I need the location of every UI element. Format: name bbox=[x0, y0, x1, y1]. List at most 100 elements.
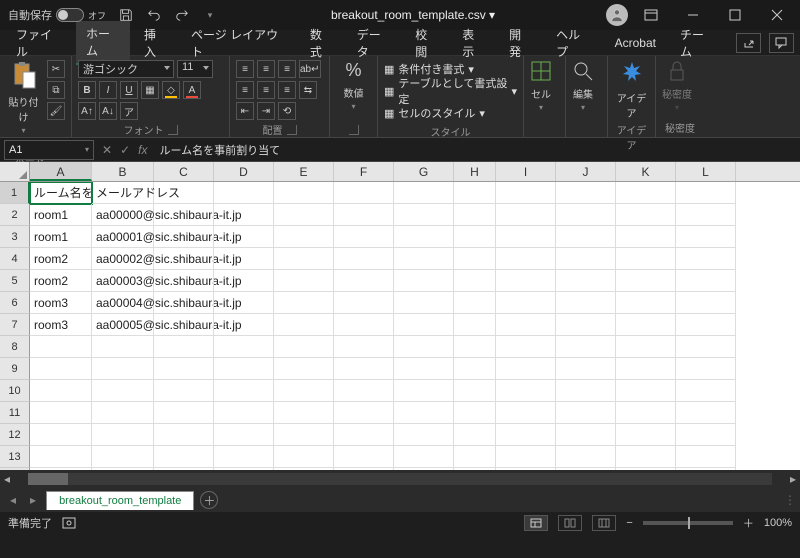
cell-A3[interactable]: room1 bbox=[30, 226, 92, 248]
cell-L10[interactable] bbox=[676, 380, 736, 402]
cell-K4[interactable] bbox=[616, 248, 676, 270]
scroll-right-icon[interactable]: ▸ bbox=[786, 472, 800, 486]
cell-J7[interactable] bbox=[556, 314, 616, 336]
cell-A6[interactable]: room3 bbox=[30, 292, 92, 314]
cell-K13[interactable] bbox=[616, 446, 676, 468]
cell-B10[interactable] bbox=[92, 380, 154, 402]
col-header-F[interactable]: F bbox=[334, 162, 394, 181]
align-mid-icon[interactable]: ≡ bbox=[257, 60, 275, 78]
cell-G12[interactable] bbox=[394, 424, 454, 446]
cell-K10[interactable] bbox=[616, 380, 676, 402]
row-header-5[interactable]: 5 bbox=[0, 270, 30, 292]
align-top-icon[interactable]: ≡ bbox=[236, 60, 254, 78]
cell-C2[interactable] bbox=[154, 204, 214, 226]
formula-value[interactable]: ルーム名を事前割り当て bbox=[155, 142, 280, 158]
bold-button[interactable]: B bbox=[78, 81, 96, 99]
cell-L2[interactable] bbox=[676, 204, 736, 226]
cell-C5[interactable] bbox=[154, 270, 214, 292]
cell-I3[interactable] bbox=[496, 226, 556, 248]
cell-B4[interactable]: aa00002@sic.shibaura-it.jp bbox=[92, 248, 154, 270]
cell-A5[interactable]: room2 bbox=[30, 270, 92, 292]
macro-record-icon[interactable] bbox=[62, 517, 76, 529]
cell-A11[interactable] bbox=[30, 402, 92, 424]
cell-H4[interactable] bbox=[454, 248, 496, 270]
cell-C6[interactable] bbox=[154, 292, 214, 314]
indent-dec-icon[interactable]: ⇤ bbox=[236, 102, 254, 120]
row-header-13[interactable]: 13 bbox=[0, 446, 30, 468]
cell-H5[interactable] bbox=[454, 270, 496, 292]
cell-F12[interactable] bbox=[334, 424, 394, 446]
cell-A7[interactable]: room3 bbox=[30, 314, 92, 336]
cell-K2[interactable] bbox=[616, 204, 676, 226]
cell-K5[interactable] bbox=[616, 270, 676, 292]
sheet-next-icon[interactable]: ▸ bbox=[26, 493, 40, 507]
align-right-icon[interactable]: ≡ bbox=[278, 81, 296, 99]
cell-F7[interactable] bbox=[334, 314, 394, 336]
cell-L4[interactable] bbox=[676, 248, 736, 270]
cell-I6[interactable] bbox=[496, 292, 556, 314]
col-header-L[interactable]: L bbox=[676, 162, 736, 181]
cell-E11[interactable] bbox=[274, 402, 334, 424]
row-header-3[interactable]: 3 bbox=[0, 226, 30, 248]
col-header-E[interactable]: E bbox=[274, 162, 334, 181]
cell-F1[interactable] bbox=[334, 182, 394, 204]
cell-F11[interactable] bbox=[334, 402, 394, 424]
sheet-prev-icon[interactable]: ◂ bbox=[6, 493, 20, 507]
row-header-8[interactable]: 8 bbox=[0, 336, 30, 358]
cell-D9[interactable] bbox=[214, 358, 274, 380]
col-header-D[interactable]: D bbox=[214, 162, 274, 181]
cell-H3[interactable] bbox=[454, 226, 496, 248]
cells-button[interactable]: セル▾ bbox=[530, 60, 552, 112]
paste-button[interactable]: 貼り付け ▾ bbox=[6, 60, 41, 135]
cell-C10[interactable] bbox=[154, 380, 214, 402]
cell-H1[interactable] bbox=[454, 182, 496, 204]
cell-L13[interactable] bbox=[676, 446, 736, 468]
font-color-button[interactable]: A bbox=[183, 81, 201, 99]
cell-A12[interactable] bbox=[30, 424, 92, 446]
cell-G3[interactable] bbox=[394, 226, 454, 248]
cell-A1[interactable]: ルーム名を bbox=[30, 182, 92, 204]
cell-K7[interactable] bbox=[616, 314, 676, 336]
align-left-icon[interactable]: ≡ bbox=[236, 81, 254, 99]
table-format-button[interactable]: ▦テーブルとして書式設定 ▾ bbox=[384, 82, 517, 100]
cell-F13[interactable] bbox=[334, 446, 394, 468]
col-header-G[interactable]: G bbox=[394, 162, 454, 181]
scroll-left-icon[interactable]: ◂ bbox=[0, 472, 14, 486]
cell-F6[interactable] bbox=[334, 292, 394, 314]
cell-G2[interactable] bbox=[394, 204, 454, 226]
cell-D8[interactable] bbox=[214, 336, 274, 358]
cell-B7[interactable]: aa00005@sic.shibaura-it.jp bbox=[92, 314, 154, 336]
cell-J5[interactable] bbox=[556, 270, 616, 292]
row-header-6[interactable]: 6 bbox=[0, 292, 30, 314]
cell-L11[interactable] bbox=[676, 402, 736, 424]
cell-K9[interactable] bbox=[616, 358, 676, 380]
cell-I9[interactable] bbox=[496, 358, 556, 380]
view-pagebreak-icon[interactable] bbox=[592, 515, 616, 531]
sheet-tab-active[interactable]: breakout_room_template bbox=[46, 491, 194, 510]
split-gripper[interactable]: ⋮ bbox=[784, 493, 794, 507]
cell-G11[interactable] bbox=[394, 402, 454, 424]
cell-E5[interactable] bbox=[274, 270, 334, 292]
row-header-1[interactable]: 1 bbox=[0, 182, 30, 204]
comments-icon[interactable] bbox=[769, 33, 794, 53]
cell-F8[interactable] bbox=[334, 336, 394, 358]
tab-acrobat[interactable]: Acrobat bbox=[605, 32, 666, 54]
cell-B11[interactable] bbox=[92, 402, 154, 424]
cell-C13[interactable] bbox=[154, 446, 214, 468]
indent-inc-icon[interactable]: ⇥ bbox=[257, 102, 275, 120]
cell-D11[interactable] bbox=[214, 402, 274, 424]
cell-E9[interactable] bbox=[274, 358, 334, 380]
cell-F5[interactable] bbox=[334, 270, 394, 292]
zoom-slider[interactable] bbox=[643, 521, 733, 525]
underline-button[interactable]: U bbox=[120, 81, 138, 99]
cell-L5[interactable] bbox=[676, 270, 736, 292]
cell-L12[interactable] bbox=[676, 424, 736, 446]
cell-H13[interactable] bbox=[454, 446, 496, 468]
number-format-button[interactable]: % 数値 ▾ bbox=[344, 60, 364, 111]
fx-icon[interactable]: fx bbox=[138, 143, 147, 157]
cell-A10[interactable] bbox=[30, 380, 92, 402]
align-bot-icon[interactable]: ≡ bbox=[278, 60, 296, 78]
cell-G7[interactable] bbox=[394, 314, 454, 336]
close-icon[interactable] bbox=[758, 0, 796, 30]
align-center-icon[interactable]: ≡ bbox=[257, 81, 275, 99]
